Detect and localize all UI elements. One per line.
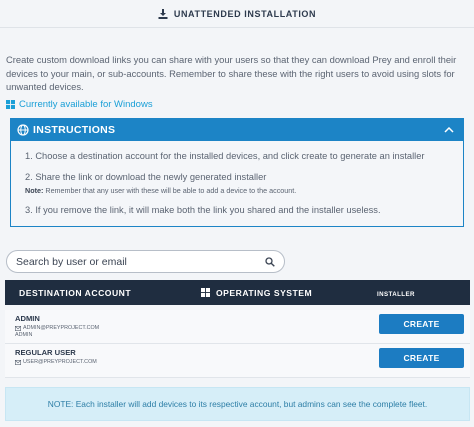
instructions-header[interactable]: INSTRUCTIONS [11, 119, 463, 141]
column-header-installer: INSTALLER [377, 291, 415, 298]
instructions-panel: INSTRUCTIONS 1. Choose a destination acc… [10, 118, 464, 227]
chevron-up-icon[interactable] [443, 124, 455, 136]
account-email-text: USER@PREYPROJECT.COM [23, 359, 97, 365]
description-text: Create custom download links you can sha… [6, 54, 457, 92]
globe-icon [17, 124, 29, 136]
footer-note: NOTE: Each installer will add devices to… [5, 387, 470, 421]
create-installer-button[interactable]: CREATE [379, 348, 464, 368]
availability-link[interactable]: Currently available for Windows [6, 99, 153, 110]
account-email: ADMIN@PREYPROJECT.COM [15, 325, 99, 331]
search-input[interactable] [16, 255, 256, 268]
account-email-text: ADMIN@PREYPROJECT.COM [23, 325, 100, 331]
instruction-step-2: 2. Share the link or download the newly … [25, 172, 267, 182]
mail-icon [15, 325, 21, 331]
create-installer-button[interactable]: CREATE [379, 314, 464, 334]
table-row: ADMIN ADMIN@PREYPROJECT.COM ADMIN CREATE [5, 310, 470, 344]
column-header-os-label: OPERATING SYSTEM [216, 287, 313, 298]
note-text: Remember that any user with these will b… [43, 186, 297, 195]
instruction-note: Note: Remember that any user with these … [25, 186, 463, 195]
windows-icon [201, 288, 210, 297]
instruction-step-3: 3. If you remove the link, it will make … [25, 205, 381, 215]
account-name: REGULAR USER [15, 348, 76, 357]
page-title: UNATTENDED INSTALLATION [173, 8, 317, 19]
instructions-title: INSTRUCTIONS [33, 124, 116, 136]
download-icon [158, 8, 168, 19]
instructions-body: 1. Choose a destination account for the … [11, 141, 463, 217]
availability-text: Currently available for Windows [19, 99, 153, 110]
search-icon[interactable] [265, 257, 275, 267]
page-header: UNATTENDED INSTALLATION [0, 0, 474, 28]
account-name: ADMIN [15, 314, 40, 323]
account-email: USER@PREYPROJECT.COM [15, 359, 97, 365]
note-label: Note: [25, 186, 44, 195]
column-header-os: OPERATING SYSTEM [201, 280, 312, 305]
account-role: ADMIN [15, 332, 33, 338]
instruction-step-1: 1. Choose a destination account for the … [25, 151, 425, 161]
table-row: REGULAR USER USER@PREYPROJECT.COM CREATE [5, 344, 470, 378]
windows-icon [6, 100, 15, 109]
mail-icon [15, 359, 21, 365]
search-box[interactable] [6, 250, 285, 273]
column-header-destination: DESTINATION ACCOUNT [19, 287, 132, 298]
table-header: DESTINATION ACCOUNT OPERATING SYSTEM INS… [5, 280, 470, 305]
